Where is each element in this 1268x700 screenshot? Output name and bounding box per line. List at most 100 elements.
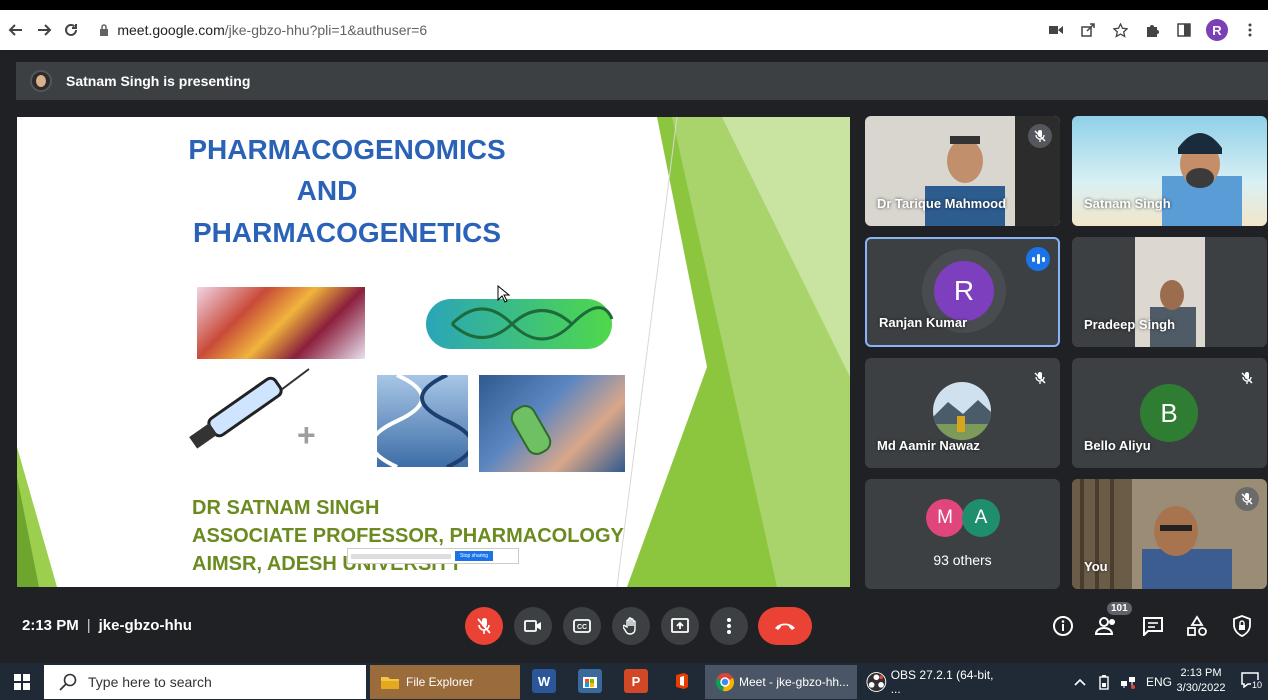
tray-overflow-chevron-icon[interactable] (1074, 678, 1086, 686)
mic-toggle-button[interactable] (465, 607, 503, 645)
taskbar-file-explorer[interactable]: File Explorer (370, 665, 520, 699)
url-host: meet.google.com (117, 22, 225, 38)
system-tray: ENG (1074, 663, 1172, 700)
meet-window-label: Meet - jke-gbzo-hh... (739, 675, 850, 689)
host-controls-button[interactable] (1228, 612, 1256, 640)
presenter-avatar (30, 70, 52, 92)
participant-name: Md Aamir Nawaz (877, 438, 980, 453)
participant-tile-pradeep-singh[interactable]: Pradeep Singh (1072, 237, 1267, 347)
forward-arrow-icon (37, 24, 52, 36)
windows-start-icon[interactable] (14, 674, 30, 690)
meeting-info: 2:13 PM | jke-gbzo-hhu (22, 617, 192, 634)
people-button[interactable] (1093, 612, 1121, 640)
captions-button[interactable]: CC (563, 607, 601, 645)
side-panel-icon[interactable] (1174, 20, 1194, 40)
participant-tile-you[interactable]: You (1072, 479, 1267, 589)
meeting-details-button[interactable] (1049, 612, 1077, 640)
muted-mic-icon (1028, 124, 1052, 148)
battery-icon[interactable] (1098, 674, 1110, 690)
slide-author-name: DR SATNAM SINGH (192, 497, 380, 519)
reload-icon (65, 23, 78, 36)
share-icon[interactable] (1078, 20, 1098, 40)
address-bar[interactable]: meet.google.com/jke-gbzo-hhu?pli=1&authu… (93, 15, 1046, 45)
participant-tile-md-aamir-nawaz[interactable]: Md Aamir Nawaz (865, 358, 1060, 468)
office-app-icon[interactable] (670, 669, 694, 693)
network-icon[interactable] (1120, 675, 1136, 689)
forward-button[interactable] (30, 16, 58, 44)
people-icon (1095, 617, 1115, 635)
meeting-controls-bar: 2:13 PM | jke-gbzo-hhu CC 101 (0, 600, 1268, 660)
participant-name: You (1084, 559, 1108, 574)
chrome-icon (715, 673, 735, 692)
back-arrow-icon (8, 24, 22, 36)
store-app-icon[interactable] (578, 669, 602, 693)
more-options-button[interactable] (710, 607, 748, 645)
syringe-image (189, 368, 310, 449)
other-participant-avatar: M (926, 499, 964, 537)
shield-lock-icon (1233, 615, 1251, 637)
participant-name: Pradeep Singh (1084, 317, 1176, 332)
camera-toggle-button[interactable] (514, 607, 552, 645)
taskbar-obs[interactable]: OBS 27.2.1 (64-bit, ... (862, 665, 1000, 699)
slide-author-title: ASSOCIATE PROFESSOR, PHARMACOLOGY (192, 525, 624, 547)
present-icon (671, 618, 689, 633)
presenting-text: Satnam Singh is presenting (66, 73, 251, 89)
lock-icon (100, 24, 109, 36)
mic-off-icon (477, 618, 491, 634)
more-vert-icon (727, 618, 731, 634)
pills-image (197, 287, 365, 359)
camera-permission-icon[interactable] (1046, 20, 1066, 40)
hand-icon (623, 617, 636, 635)
raise-hand-button[interactable] (612, 607, 650, 645)
word-app-icon[interactable]: W (532, 669, 556, 693)
participant-tile-tarique-mahmood[interactable]: Dr Tarique Mahmood (865, 116, 1060, 226)
more-menu-icon[interactable] (1240, 20, 1260, 40)
participant-tile-satnam-singh[interactable]: Satnam Singh (1072, 116, 1267, 226)
activities-shapes-icon (1187, 615, 1207, 636)
muted-mic-icon (1235, 366, 1259, 390)
chat-icon (1143, 617, 1163, 636)
participant-name: Dr Tarique Mahmood (877, 196, 1007, 211)
activities-button[interactable] (1183, 612, 1211, 640)
back-button[interactable] (2, 16, 30, 44)
taskbar-meet-chrome[interactable]: Meet - jke-gbzo-hh... (705, 665, 857, 699)
participant-tile-bello-aliyu[interactable]: B Bello Aliyu (1072, 358, 1267, 468)
url-text: meet.google.com/jke-gbzo-hhu?pli=1&authu… (117, 22, 427, 38)
stop-sharing-button[interactable]: Stop sharing (455, 551, 494, 561)
obs-icon (866, 672, 887, 692)
hand-with-chip-image (479, 375, 625, 472)
profile-avatar[interactable]: R (1206, 19, 1228, 41)
taskbar-clock[interactable]: 2:13 PM 3/30/2022 (1170, 666, 1232, 696)
participant-initial-avatar: B (1140, 384, 1198, 442)
present-now-button[interactable] (661, 607, 699, 645)
other-participant-avatar: A (962, 499, 1000, 537)
notification-count-badge: 10 (1251, 680, 1264, 690)
clock-date: 3/30/2022 (1176, 682, 1226, 694)
taskbar-search[interactable]: Type here to search (44, 665, 366, 699)
notification-center-button[interactable]: 10 (1241, 672, 1264, 692)
language-indicator[interactable]: ENG (1146, 675, 1172, 689)
leave-call-button[interactable] (758, 607, 812, 645)
slide-title-line1: PHARMACOGENOMICS (188, 134, 506, 165)
plus-sign: + (297, 417, 316, 453)
presenting-banner: Satnam Singh is presenting (16, 62, 1268, 100)
participant-tile-ranjan-kumar[interactable]: R Ranjan Kumar (865, 237, 1060, 347)
powerpoint-app-icon[interactable]: P (624, 669, 648, 693)
search-placeholder: Type here to search (88, 674, 212, 690)
muted-mic-icon (1028, 366, 1052, 390)
reload-button[interactable] (58, 16, 86, 44)
folder-icon (381, 677, 399, 689)
extensions-icon[interactable] (1142, 20, 1162, 40)
search-icon (59, 673, 77, 691)
participant-name: Satnam Singh (1084, 196, 1171, 211)
participant-name: Ranjan Kumar (879, 315, 968, 330)
participant-tile-others[interactable]: M A 93 others (865, 479, 1060, 589)
chat-button[interactable] (1139, 612, 1167, 640)
slide-title-line3: PHARMACOGENETICS (192, 217, 501, 248)
browser-toolbar: meet.google.com/jke-gbzo-hhu?pli=1&authu… (0, 10, 1268, 50)
bookmark-star-icon[interactable] (1110, 20, 1130, 40)
dna-helix-image (377, 375, 468, 467)
windows-taskbar: Type here to search File Explorer W P Me… (0, 663, 1268, 700)
clock-time: 2:13 PM (1180, 667, 1222, 679)
shared-screen: PHARMACOGENOMICS AND PHARMACOGENETICS + … (17, 117, 850, 587)
